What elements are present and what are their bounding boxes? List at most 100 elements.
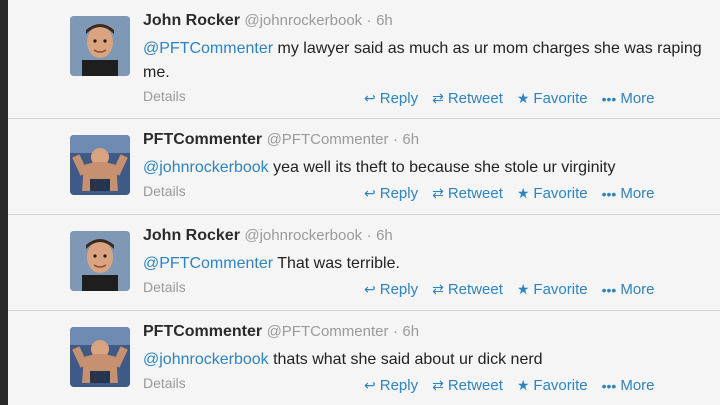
retweet-label: Retweet: [447, 281, 503, 298]
timestamp[interactable]: 6h: [402, 323, 419, 340]
author-name[interactable]: PFTCommenter: [143, 131, 262, 148]
retweet-icon: ⇄: [432, 377, 444, 393]
author-handle[interactable]: @johnrockerbook: [244, 12, 362, 29]
tweet-text: @johnrockerbook thats what she said abou…: [143, 348, 703, 372]
more-button[interactable]: ••• More: [602, 90, 655, 107]
tweet-feed: John Rocker @johnrockerbook · 6h @PFTCom…: [8, 0, 720, 405]
more-label: More: [620, 185, 655, 202]
tweet-body: thats what she said about ur dick nerd: [268, 351, 543, 368]
tweet-header: John Rocker @johnrockerbook · 6h: [143, 12, 393, 30]
tweet-text: @johnrockerbook yea well its theft to be…: [143, 156, 703, 180]
tweet-text: @PFTCommenter That was terrible.: [143, 252, 703, 276]
separator-dot: ·: [392, 131, 398, 148]
more-label: More: [620, 90, 655, 107]
john-rocker-avatar-image: [70, 16, 130, 76]
retweet-label: Retweet: [447, 185, 503, 202]
tweet-actions: ↩ Reply ⇄ Retweet ★ Favorite ••• More: [364, 90, 655, 107]
tweet-text: @PFTCommenter my lawyer said as much as …: [143, 37, 703, 85]
author-name[interactable]: PFTCommenter: [143, 323, 262, 340]
more-dots-icon: •••: [601, 185, 617, 202]
reply-label: Reply: [379, 90, 419, 107]
avatar[interactable]: [70, 231, 130, 291]
timestamp[interactable]: 6h: [402, 131, 419, 148]
retweet-button[interactable]: ⇄ Retweet: [432, 90, 503, 107]
more-label: More: [620, 281, 655, 298]
retweet-button[interactable]: ⇄ Retweet: [432, 377, 503, 394]
tweet: John Rocker @johnrockerbook · 6h @PFTCom…: [8, 0, 720, 119]
author-handle[interactable]: @PFTCommenter: [267, 131, 389, 148]
retweet-button[interactable]: ⇄ Retweet: [432, 281, 503, 298]
more-dots-icon: •••: [601, 377, 617, 394]
mention-link[interactable]: @PFTCommenter: [143, 255, 273, 272]
retweet-icon: ⇄: [432, 281, 444, 297]
favorite-button[interactable]: ★ Favorite: [517, 377, 588, 394]
more-button[interactable]: ••• More: [602, 377, 655, 394]
favorite-button[interactable]: ★ Favorite: [517, 281, 588, 298]
author-name[interactable]: John Rocker: [143, 227, 240, 244]
retweet-icon: ⇄: [432, 90, 444, 106]
john-rocker-avatar-image: [70, 231, 130, 291]
separator-dot: ·: [366, 227, 372, 244]
reply-label: Reply: [379, 377, 419, 394]
more-button[interactable]: ••• More: [602, 281, 655, 298]
timestamp[interactable]: 6h: [376, 227, 393, 244]
star-icon: ★: [516, 185, 530, 201]
favorite-label: Favorite: [533, 281, 588, 298]
pftcommenter-avatar-image: [70, 135, 130, 195]
tweet: John Rocker @johnrockerbook · 6h @PFTCom…: [8, 215, 720, 311]
mention-link[interactable]: @johnrockerbook: [143, 159, 269, 176]
reply-button[interactable]: ↩ Reply: [364, 281, 418, 298]
mention-link[interactable]: @johnrockerbook: [143, 351, 269, 368]
details-link[interactable]: Details: [143, 183, 186, 199]
reply-label: Reply: [379, 281, 419, 298]
tweet-actions: ↩ Reply ⇄ Retweet ★ Favorite ••• More: [364, 377, 655, 394]
retweet-button[interactable]: ⇄ Retweet: [432, 185, 503, 202]
reply-icon: ↩: [364, 281, 376, 297]
more-dots-icon: •••: [601, 90, 617, 107]
tweet-header: John Rocker @johnrockerbook · 6h: [143, 227, 393, 245]
separator-dot: ·: [366, 12, 372, 29]
author-handle[interactable]: @johnrockerbook: [244, 227, 362, 244]
star-icon: ★: [516, 377, 530, 393]
tweet-body: yea well its theft to because she stole …: [268, 159, 616, 176]
favorite-label: Favorite: [533, 377, 588, 394]
more-button[interactable]: ••• More: [602, 185, 655, 202]
reply-button[interactable]: ↩ Reply: [364, 90, 418, 107]
details-link[interactable]: Details: [143, 375, 186, 391]
more-dots-icon: •••: [601, 281, 617, 298]
pftcommenter-avatar-image: [70, 327, 130, 387]
favorite-button[interactable]: ★ Favorite: [517, 185, 588, 202]
retweet-label: Retweet: [447, 377, 503, 394]
details-link[interactable]: Details: [143, 88, 186, 104]
reply-icon: ↩: [364, 377, 376, 393]
favorite-button[interactable]: ★ Favorite: [517, 90, 588, 107]
reply-icon: ↩: [364, 90, 376, 106]
avatar[interactable]: [70, 16, 130, 76]
tweet-header: PFTCommenter @PFTCommenter · 6h: [143, 131, 419, 149]
retweet-label: Retweet: [447, 90, 503, 107]
tweet-actions: ↩ Reply ⇄ Retweet ★ Favorite ••• More: [364, 185, 655, 202]
reply-button[interactable]: ↩ Reply: [364, 377, 418, 394]
separator-dot: ·: [392, 323, 398, 340]
author-handle[interactable]: @PFTCommenter: [267, 323, 389, 340]
timestamp[interactable]: 6h: [376, 12, 393, 29]
favorite-label: Favorite: [533, 90, 588, 107]
tweet: PFTCommenter @PFTCommenter · 6h @johnroc…: [8, 311, 720, 405]
mention-link[interactable]: @PFTCommenter: [143, 40, 273, 57]
avatar[interactable]: [70, 327, 130, 387]
details-link[interactable]: Details: [143, 279, 186, 295]
tweet-header: PFTCommenter @PFTCommenter · 6h: [143, 323, 419, 341]
star-icon: ★: [516, 90, 530, 106]
reply-icon: ↩: [364, 185, 376, 201]
more-label: More: [620, 377, 655, 394]
star-icon: ★: [516, 281, 530, 297]
retweet-icon: ⇄: [432, 185, 444, 201]
reply-button[interactable]: ↩ Reply: [364, 185, 418, 202]
tweet-body: That was terrible.: [273, 255, 400, 272]
tweet-actions: ↩ Reply ⇄ Retweet ★ Favorite ••• More: [364, 281, 655, 298]
tweet: PFTCommenter @PFTCommenter · 6h @johnroc…: [8, 119, 720, 215]
reply-label: Reply: [379, 185, 419, 202]
author-name[interactable]: John Rocker: [143, 12, 240, 29]
favorite-label: Favorite: [533, 185, 588, 202]
avatar[interactable]: [70, 135, 130, 195]
